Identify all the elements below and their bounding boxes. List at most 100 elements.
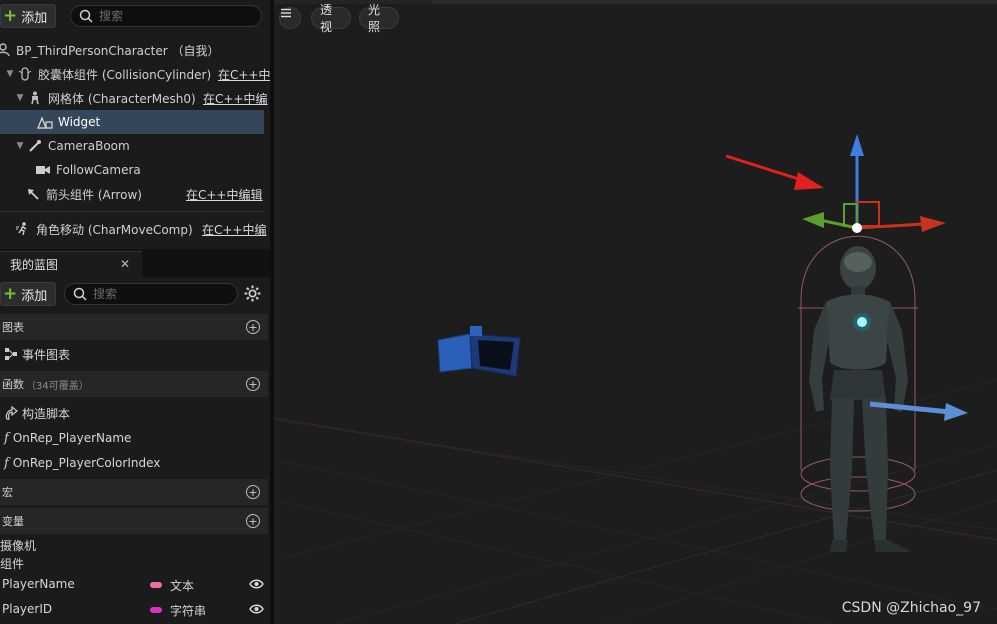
components-tree: BP_ThirdPersonCharacter （自我） ▼ 胶囊体组件 (Co… <box>0 38 270 206</box>
collapse-triangle-icon[interactable]: ▼ <box>4 69 16 79</box>
component-label: CameraBoom <box>48 139 130 153</box>
section-functions[interactable]: 函数 （34可覆盖） + <box>0 371 268 397</box>
component-label: BP_ThirdPersonCharacter （自我） <box>16 43 220 58</box>
tab-my-blueprint[interactable]: 我的蓝图 ✕ <box>0 251 142 277</box>
add-member-label: 添加 <box>21 288 48 304</box>
components-search-input[interactable] <box>99 9 239 23</box>
add-variable-button[interactable]: + <box>246 514 260 528</box>
section-label: 函数 <box>2 378 24 391</box>
hamburger-icon <box>281 8 291 18</box>
section-variables[interactable]: 变量 + <box>0 508 268 534</box>
collapse-triangle-icon[interactable]: ▼ <box>14 93 26 103</box>
lighting-button[interactable]: 光照 <box>359 3 399 34</box>
event-graph-item[interactable]: 事件图表 <box>0 342 268 366</box>
arrow-component-icon <box>24 187 42 201</box>
watermark: CSDN @Zhichao_97 <box>841 600 981 616</box>
component-widget[interactable]: Widget <box>0 110 264 134</box>
function-item[interactable]: f OnRep_PlayerColorIndex <box>0 451 268 475</box>
function-label: OnRep_PlayerName <box>12 431 132 445</box>
variable-name: PlayerName <box>2 577 75 591</box>
event-graph-icon <box>5 348 17 360</box>
camera-icon <box>34 164 52 176</box>
gear-icon[interactable] <box>244 285 261 302</box>
section-label: 图表 <box>2 321 24 334</box>
components-toolbar: + 添加 <box>0 0 270 32</box>
function-label: OnRep_PlayerColorIndex <box>12 456 161 470</box>
components-search[interactable] <box>70 5 262 27</box>
component-label: 箭头组件 (Arrow) <box>46 187 142 202</box>
type-pill-icon <box>150 582 162 588</box>
edit-in-cpp-link[interactable]: 在C++中编 <box>203 90 268 107</box>
viewport-menu-button[interactable] <box>279 7 301 29</box>
construction-script-item[interactable]: 构造脚本 <box>0 401 268 425</box>
person-icon <box>0 43 12 57</box>
add-component-label: 添加 <box>21 10 48 26</box>
component-follow-camera[interactable]: FollowCamera <box>0 158 270 182</box>
variable-name: PlayerID <box>2 602 53 616</box>
component-label: 网格体 (CharacterMesh0) <box>48 91 196 106</box>
movement-icon <box>14 222 32 236</box>
type-pill-icon <box>150 607 162 613</box>
category-camera[interactable]: 摄像机 <box>0 537 36 554</box>
component-label: 胶囊体组件 (CollisionCylinder) <box>38 67 212 82</box>
add-component-button[interactable]: + 添加 <box>0 4 57 28</box>
construction-script-label: 构造脚本 <box>22 406 71 421</box>
capsule-icon <box>16 67 34 81</box>
components-divider <box>0 211 264 212</box>
edit-in-cpp-link[interactable]: 在C++中编 <box>202 221 267 238</box>
my-blueprint-tabbar: 我的蓝图 ✕ <box>0 249 270 277</box>
search-icon <box>79 9 93 23</box>
add-graph-button[interactable]: + <box>246 320 260 334</box>
plus-icon: + <box>3 5 18 26</box>
component-label: FollowCamera <box>56 163 141 177</box>
component-collision-cylinder[interactable]: ▼ 胶囊体组件 (CollisionCylinder) 在C++中 <box>0 62 270 86</box>
widget-icon <box>36 115 54 129</box>
section-label: 变量 <box>2 515 24 528</box>
component-camera-boom[interactable]: ▼ CameraBoom <box>0 134 270 158</box>
component-arrow[interactable]: 箭头组件 (Arrow) 在C++中编辑 <box>0 182 270 206</box>
variable-row[interactable]: PlayerName 文本 <box>0 574 268 596</box>
function-icon: f <box>4 430 9 446</box>
eye-icon[interactable] <box>249 578 264 590</box>
viewport-scene <box>274 0 997 624</box>
section-graphs[interactable]: 图表 + <box>0 314 268 340</box>
add-function-button[interactable]: + <box>246 377 260 391</box>
perspective-button[interactable]: 透视 <box>311 3 351 34</box>
plus-icon: + <box>3 283 18 304</box>
add-member-button[interactable]: + 添加 <box>0 282 57 306</box>
event-graph-label: 事件图表 <box>22 347 71 362</box>
blueprint-search[interactable] <box>64 283 238 305</box>
function-item[interactable]: f OnRep_PlayerName <box>0 426 268 450</box>
variable-type: 文本 <box>170 579 195 593</box>
blueprint-toolbar: + 添加 <box>0 278 270 310</box>
camera-mesh[interactable] <box>437 326 521 377</box>
variable-row[interactable]: PlayerID 字符串 <box>0 599 268 621</box>
component-label: 角色移动 (CharMoveComp) <box>36 222 193 237</box>
blueprint-search-input[interactable] <box>93 287 223 301</box>
spring-arm-icon <box>26 139 44 153</box>
search-icon <box>73 287 87 301</box>
left-panel: + 添加 BP_ThirdPersonCharacter （自我） ▼ 胶囊体组… <box>0 0 270 624</box>
component-label: Widget <box>58 115 101 129</box>
overridable-count: （34可覆盖） <box>26 380 89 392</box>
skeletal-mesh-icon <box>26 91 44 105</box>
component-character-mesh[interactable]: ▼ 网格体 (CharacterMesh0) 在C++中编 <box>0 86 270 110</box>
edit-in-cpp-link[interactable]: 在C++中编辑 <box>186 186 263 203</box>
collapse-triangle-icon[interactable]: ▼ <box>14 141 26 151</box>
section-macros[interactable]: 宏 + <box>0 479 268 505</box>
function-icon: f <box>4 455 9 471</box>
add-macro-button[interactable]: + <box>246 485 260 499</box>
edit-in-cpp-link[interactable]: 在C++中 <box>218 66 270 83</box>
component-character-movement[interactable]: 角色移动 (CharMoveComp) 在C++中编 <box>0 217 270 241</box>
transform-gizmo[interactable] <box>802 134 946 233</box>
component-root[interactable]: BP_ThirdPersonCharacter （自我） <box>0 38 270 62</box>
category-components[interactable]: 组件 <box>0 555 24 572</box>
close-icon[interactable]: ✕ <box>120 257 130 271</box>
annotation-arrow <box>725 154 824 190</box>
construction-script-icon <box>5 406 18 420</box>
section-label: 宏 <box>2 486 13 499</box>
viewport[interactable]: 透视 光照 CSDN @Zhichao_97 <box>274 0 997 624</box>
variable-type: 字符串 <box>170 604 207 618</box>
eye-icon[interactable] <box>249 603 264 615</box>
tab-label: 我的蓝图 <box>10 258 59 272</box>
